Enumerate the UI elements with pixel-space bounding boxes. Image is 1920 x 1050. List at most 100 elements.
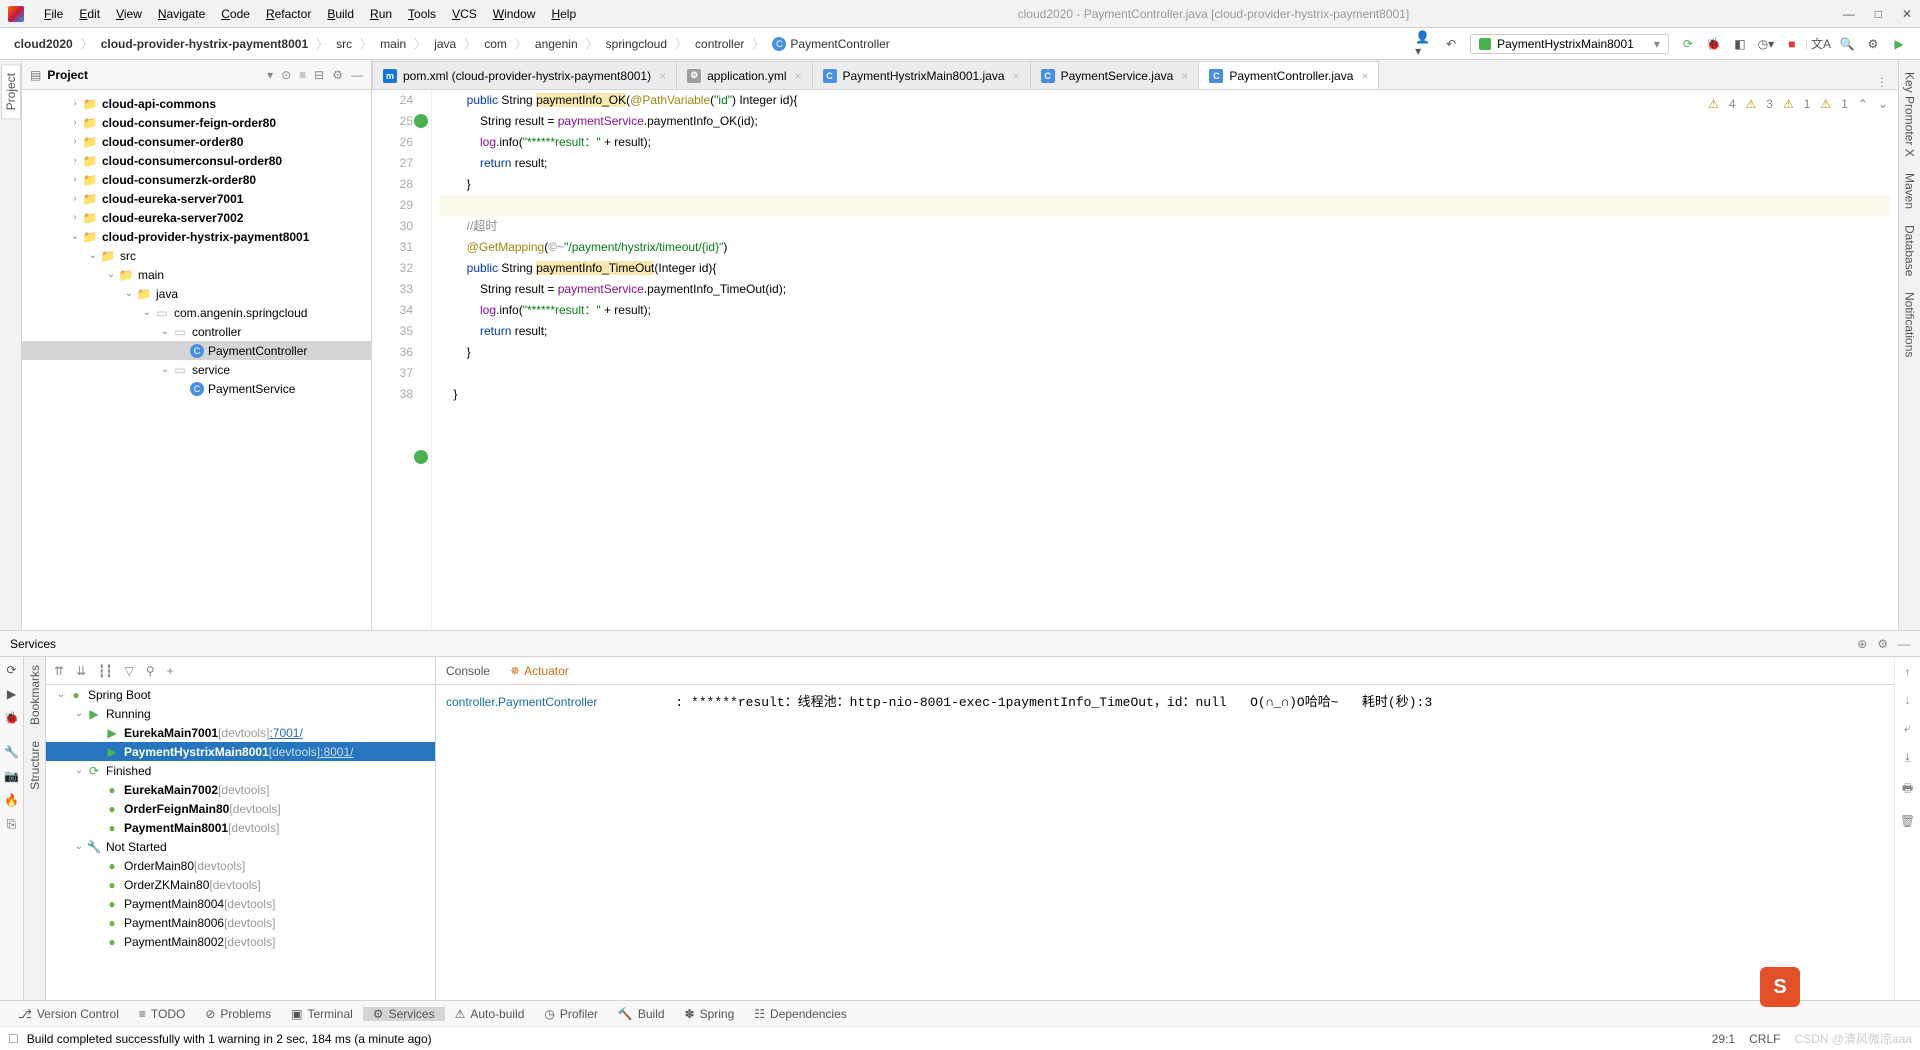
- editor-tab[interactable]: ⚙application.yml×: [676, 61, 812, 89]
- stop-icon[interactable]: ■: [1782, 34, 1802, 54]
- bottom-tool-dependencies[interactable]: ☷Dependencies: [744, 1007, 857, 1021]
- bottom-tool-problems[interactable]: ⊘Problems: [195, 1007, 281, 1021]
- service-node[interactable]: ⌄●Spring Boot: [46, 685, 435, 704]
- run-icon[interactable]: ▶: [7, 687, 16, 701]
- service-node[interactable]: ▶PaymentHystrixMain8001 [devtools] :8001…: [46, 742, 435, 761]
- service-node[interactable]: ●EurekaMain7002 [devtools]: [46, 780, 435, 799]
- breadcrumb-6[interactable]: angenin: [529, 37, 584, 51]
- tree-node[interactable]: ⌄📁java: [22, 284, 371, 303]
- menu-vcs[interactable]: VCS: [444, 3, 485, 25]
- settings-icon[interactable]: ⚙: [1863, 34, 1883, 54]
- select-opened-icon[interactable]: ⊙: [281, 68, 291, 82]
- debug-icon[interactable]: 🐞: [4, 711, 19, 725]
- down-arrow-icon[interactable]: ↓: [1905, 693, 1911, 707]
- menu-help[interactable]: Help: [543, 3, 584, 25]
- bottom-tool-services[interactable]: ⚙Services: [363, 1007, 445, 1021]
- filter-icon[interactable]: ▽: [125, 664, 134, 678]
- project-tree[interactable]: ›📁cloud-api-commons›📁cloud-consumer-feig…: [22, 90, 371, 630]
- key-promoter-tab[interactable]: Key Promoter X: [1901, 64, 1919, 165]
- bottom-tool-build[interactable]: 🔨Build: [608, 1007, 675, 1021]
- back-arrow-icon[interactable]: ↶: [1441, 34, 1461, 54]
- wrench-icon[interactable]: 🔧: [4, 745, 19, 759]
- tree-node[interactable]: ⌄📁main: [22, 265, 371, 284]
- tree-node[interactable]: ›📁cloud-eureka-server7001: [22, 189, 371, 208]
- bottom-tool-auto-build[interactable]: ⚠Auto-build: [445, 1007, 535, 1021]
- prev-highlight-icon[interactable]: ⌃: [1858, 94, 1868, 115]
- editor-tab[interactable]: CPaymentController.java×: [1198, 61, 1379, 89]
- breadcrumb-7[interactable]: springcloud: [600, 37, 673, 51]
- service-node[interactable]: ●PaymentMain8002 [devtools]: [46, 932, 435, 951]
- editor-tab[interactable]: CPaymentService.java×: [1030, 61, 1200, 89]
- breadcrumb-0[interactable]: cloud2020: [8, 37, 79, 51]
- trash-icon[interactable]: 🗑: [1900, 814, 1915, 828]
- run-configuration-dropdown[interactable]: PaymentHystrixMain8001 ▾: [1470, 34, 1669, 54]
- bookmarks-tab[interactable]: Bookmarks: [26, 657, 44, 733]
- service-node[interactable]: ⌄🔧Not Started: [46, 837, 435, 856]
- breadcrumb-4[interactable]: java: [428, 37, 462, 51]
- code-body[interactable]: public String paymentInfo_OK(@PathVariab…: [432, 90, 1898, 630]
- menu-code[interactable]: Code: [213, 3, 258, 25]
- database-tab[interactable]: Database: [1901, 217, 1919, 284]
- hide-panel-icon[interactable]: —: [1898, 637, 1910, 651]
- breadcrumb-9[interactable]: CPaymentController: [766, 37, 895, 51]
- menu-edit[interactable]: Edit: [71, 3, 108, 25]
- notifications-tab[interactable]: Notifications: [1901, 284, 1919, 365]
- tree-node[interactable]: ⌄▭controller: [22, 322, 371, 341]
- bottom-tool-spring[interactable]: ✽Spring: [675, 1007, 745, 1021]
- menu-tools[interactable]: Tools: [400, 3, 444, 25]
- tree-node[interactable]: ›📁cloud-consumerconsul-order80: [22, 151, 371, 170]
- menu-run[interactable]: Run: [362, 3, 400, 25]
- close-tab-icon[interactable]: ×: [794, 69, 801, 83]
- menu-file[interactable]: File: [36, 3, 71, 25]
- bug-icon[interactable]: 🐞: [1704, 34, 1724, 54]
- tree-node[interactable]: ⌄▭com.angenin.springcloud: [22, 303, 371, 322]
- next-highlight-icon[interactable]: ⌄: [1878, 94, 1888, 115]
- camera-icon[interactable]: 📷: [4, 769, 19, 783]
- console-tab[interactable]: Console: [446, 664, 490, 678]
- actuator-tab[interactable]: ✵Actuator: [510, 664, 569, 678]
- hide-panel-icon[interactable]: —: [351, 68, 363, 82]
- close-tab-icon[interactable]: ×: [1181, 69, 1188, 83]
- close-tab-icon[interactable]: ×: [659, 69, 666, 83]
- code-editor[interactable]: 242526272829303132333435363738 public St…: [372, 90, 1898, 630]
- refresh-icon[interactable]: ⟳: [1678, 34, 1698, 54]
- tree-node[interactable]: ›📁cloud-api-commons: [22, 94, 371, 113]
- service-node[interactable]: ●OrderZKMain80 [devtools]: [46, 875, 435, 894]
- maven-tab[interactable]: Maven: [1901, 165, 1919, 217]
- expand-all-icon[interactable]: ≡: [299, 68, 306, 82]
- close-tab-icon[interactable]: ×: [1361, 69, 1368, 83]
- collapse-icon[interactable]: ⇊: [76, 664, 86, 678]
- service-node[interactable]: ⌄⟳Finished: [46, 761, 435, 780]
- service-node[interactable]: ●PaymentMain8004 [devtools]: [46, 894, 435, 913]
- bottom-tool-todo[interactable]: ≡TODO: [129, 1007, 195, 1021]
- rerun-icon[interactable]: ⟳: [6, 663, 16, 677]
- group-icon[interactable]: ┇┇: [98, 664, 112, 678]
- bottom-tool-version-control[interactable]: ⎇Version Control: [8, 1007, 129, 1021]
- maximize-button[interactable]: □: [1875, 7, 1882, 21]
- exit-icon[interactable]: ⎘: [7, 817, 17, 832]
- line-separator[interactable]: CRLF: [1749, 1032, 1780, 1046]
- user-icon[interactable]: 👤▾: [1415, 34, 1435, 54]
- tree-node[interactable]: CPaymentController: [22, 341, 371, 360]
- coverage-icon[interactable]: ◧: [1730, 34, 1750, 54]
- breadcrumb-3[interactable]: main: [374, 37, 412, 51]
- profile-icon[interactable]: ◷▾: [1756, 34, 1776, 54]
- service-node[interactable]: ▶EurekaMain7001 [devtools] :7001/: [46, 723, 435, 742]
- tree-node[interactable]: ⌄▭service: [22, 360, 371, 379]
- menu-build[interactable]: Build: [319, 3, 362, 25]
- service-node[interactable]: ●PaymentMain8001 [devtools]: [46, 818, 435, 837]
- bottom-tool-profiler[interactable]: ◷Profiler: [534, 1007, 608, 1021]
- flame-icon[interactable]: 🔥: [4, 793, 19, 807]
- tree-node[interactable]: ⌄📁src: [22, 246, 371, 265]
- breadcrumb-8[interactable]: controller: [689, 37, 750, 51]
- caret-position[interactable]: 29:1: [1712, 1032, 1735, 1046]
- inspections-indicator[interactable]: ⚠4 ⚠3 ⚠1 ⚠1 ⌃ ⌄: [1708, 94, 1888, 115]
- editor-tab[interactable]: CPaymentHystrixMain8001.java×: [812, 61, 1031, 89]
- bottom-tool-terminal[interactable]: ▣Terminal: [281, 1007, 363, 1021]
- menu-view[interactable]: View: [108, 3, 150, 25]
- gear-icon[interactable]: ⚙: [332, 68, 343, 82]
- gear-icon[interactable]: ⚙: [1877, 637, 1888, 651]
- scroll-end-icon[interactable]: ⤓: [1905, 750, 1910, 765]
- search-icon[interactable]: 🔍: [1837, 34, 1857, 54]
- menu-window[interactable]: Window: [485, 3, 544, 25]
